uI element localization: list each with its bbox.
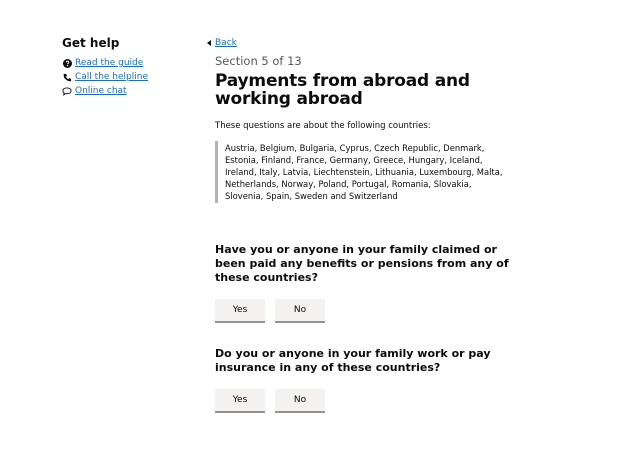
question-work-insurance-buttons: Yes No bbox=[215, 389, 515, 411]
question-circle-icon bbox=[62, 58, 72, 68]
call-helpline-link[interactable]: Call the helpline bbox=[75, 70, 148, 84]
benefits-yes-button[interactable]: Yes bbox=[215, 299, 265, 321]
question-work-insurance: Do you or anyone in your family work or … bbox=[215, 347, 491, 374]
chat-bubble-icon bbox=[62, 86, 72, 96]
question-benefits-buttons: Yes No bbox=[215, 299, 515, 321]
phone-icon bbox=[62, 72, 72, 82]
work-no-button[interactable]: No bbox=[275, 389, 325, 411]
back-caret-icon bbox=[207, 40, 211, 46]
countries-inset: Austria, Belgium, Bulgaria, Cyprus, Czec… bbox=[215, 141, 505, 203]
section-caption: Section 5 of 13 bbox=[215, 54, 302, 68]
main-content: Back Section 5 of 13 Payments from abroa… bbox=[207, 36, 515, 411]
question-benefits: Have you or anyone in your family claime… bbox=[215, 243, 509, 284]
help-heading: Get help bbox=[62, 36, 120, 50]
read-guide-link[interactable]: Read the guide bbox=[75, 56, 143, 70]
online-chat-link[interactable]: Online chat bbox=[75, 84, 127, 98]
back-link-container: Back bbox=[207, 36, 515, 50]
help-sidebar: Get help Read the guide Call the helplin… bbox=[62, 36, 192, 98]
help-item-helpline: Call the helpline bbox=[62, 70, 192, 84]
help-links: Read the guide Call the helpline Online … bbox=[62, 56, 192, 98]
help-item-chat: Online chat bbox=[62, 84, 192, 98]
back-link[interactable]: Back bbox=[215, 36, 237, 50]
intro-text: These questions are about the following … bbox=[215, 121, 431, 131]
work-yes-button[interactable]: Yes bbox=[215, 389, 265, 411]
page-title: Payments from abroad and working abroad bbox=[215, 71, 470, 109]
help-item-guide: Read the guide bbox=[62, 56, 192, 70]
benefits-no-button[interactable]: No bbox=[275, 299, 325, 321]
